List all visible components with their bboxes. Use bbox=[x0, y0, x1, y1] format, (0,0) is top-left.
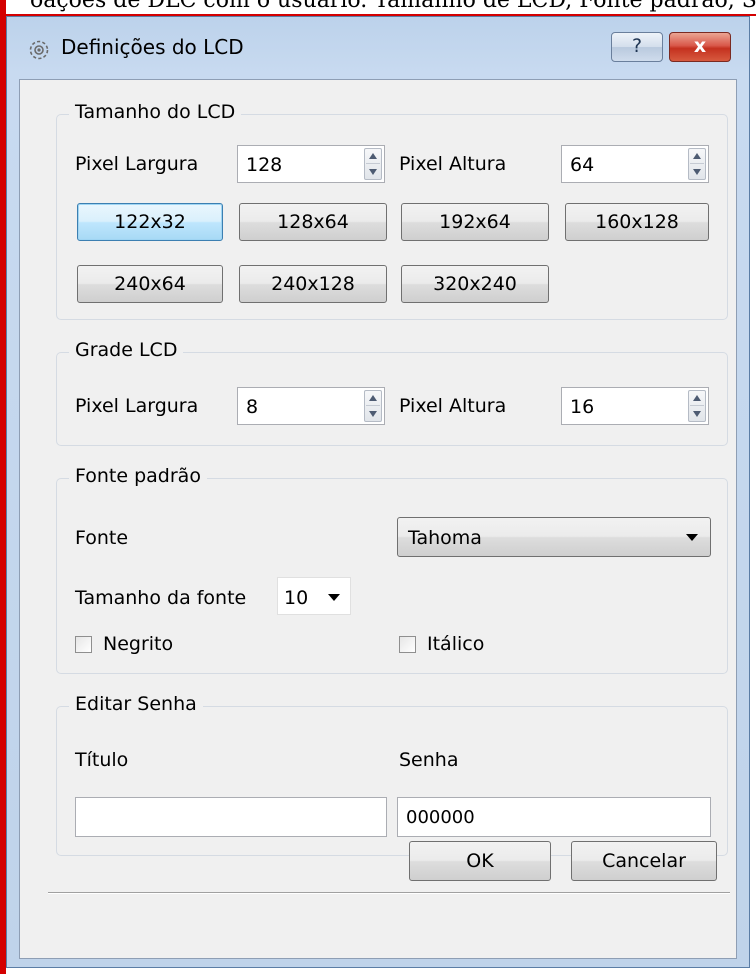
italic-label[interactable]: Itálico bbox=[427, 633, 484, 655]
font-size-label: Tamanho da fonte bbox=[75, 587, 247, 609]
default-font-group: Fonte padrão Fonte Tahoma Tamanho da fon… bbox=[56, 465, 728, 674]
bold-label[interactable]: Negrito bbox=[103, 633, 173, 655]
grid-width-label: Pixel Largura bbox=[75, 395, 199, 417]
cancel-button[interactable]: Cancelar bbox=[571, 841, 717, 881]
font-size-value: 10 bbox=[284, 587, 309, 609]
font-size-select[interactable]: 10 bbox=[277, 577, 351, 615]
grid-width-spin-arrows[interactable] bbox=[364, 390, 382, 422]
password-input-value: 000000 bbox=[406, 807, 475, 828]
footer-separator bbox=[48, 892, 730, 894]
password-field-label: Senha bbox=[399, 749, 459, 771]
lcd-height-spinbox[interactable]: 64 bbox=[561, 145, 709, 183]
lcd-width-value: 128 bbox=[246, 154, 283, 176]
font-select[interactable]: Tahoma bbox=[397, 517, 711, 557]
font-label: Fonte bbox=[75, 527, 129, 549]
grid-height-spin-arrows[interactable] bbox=[688, 390, 706, 422]
edit-password-group: Editar Senha Título Senha 000000 bbox=[56, 693, 728, 856]
grid-height-label: Pixel Altura bbox=[399, 395, 507, 417]
preset-240x64-button[interactable]: 240x64 bbox=[77, 265, 223, 303]
preset-320x240-button[interactable]: 320x240 bbox=[401, 265, 549, 303]
lcd-height-value: 64 bbox=[570, 154, 595, 176]
grid-height-spinbox[interactable]: 16 bbox=[561, 387, 709, 425]
dialog-title: Definições do LCD bbox=[61, 35, 244, 59]
title-input[interactable] bbox=[75, 797, 387, 837]
close-icon: x bbox=[693, 35, 707, 57]
lcd-size-group: Tamanho do LCD Pixel Largura 128 Pixel A… bbox=[56, 101, 728, 320]
lcd-width-spinbox[interactable]: 128 bbox=[237, 145, 385, 183]
lcd-width-spin-arrows[interactable] bbox=[364, 148, 382, 180]
help-button-label: ? bbox=[631, 35, 643, 57]
grid-width-spinbox[interactable]: 8 bbox=[237, 387, 385, 425]
italic-checkbox[interactable] bbox=[399, 636, 416, 653]
title-field-label: Título bbox=[75, 749, 129, 771]
preset-160x128-button[interactable]: 160x128 bbox=[565, 203, 709, 241]
preset-240x128-button[interactable]: 240x128 bbox=[239, 265, 387, 303]
preset-192x64-button[interactable]: 192x64 bbox=[401, 203, 549, 241]
gear-icon bbox=[29, 40, 49, 60]
background-caption-text: oações de DLC com o usuário. Tamanho de … bbox=[30, 0, 756, 13]
bold-checkbox[interactable] bbox=[75, 636, 92, 653]
edit-password-legend: Editar Senha bbox=[69, 693, 203, 715]
lcd-grid-legend: Grade LCD bbox=[69, 339, 184, 361]
password-input[interactable]: 000000 bbox=[397, 797, 711, 837]
help-button[interactable]: ? bbox=[611, 32, 663, 62]
ok-button[interactable]: OK bbox=[409, 841, 551, 881]
title-bar[interactable]: Definições do LCD ? x bbox=[7, 17, 749, 79]
grid-width-value: 8 bbox=[246, 396, 259, 418]
lcd-size-legend: Tamanho do LCD bbox=[69, 101, 242, 123]
font-select-value: Tahoma bbox=[408, 527, 482, 549]
lcd-width-label: Pixel Largura bbox=[75, 153, 199, 175]
chevron-down-icon bbox=[328, 594, 340, 601]
preset-122x32-button[interactable]: 122x32 bbox=[77, 203, 223, 241]
dialog-client-area: Tamanho do LCD Pixel Largura 128 Pixel A… bbox=[19, 79, 737, 959]
lcd-height-label: Pixel Altura bbox=[399, 153, 507, 175]
background-caption: oações de DLC com o usuário. Tamanho de … bbox=[0, 0, 756, 14]
lcd-settings-dialog: Definições do LCD ? x Tamanho do LCD Pix… bbox=[6, 16, 750, 968]
close-button[interactable]: x bbox=[669, 32, 731, 62]
lcd-height-spin-arrows[interactable] bbox=[688, 148, 706, 180]
chevron-down-icon bbox=[686, 534, 698, 541]
grid-height-value: 16 bbox=[570, 396, 595, 418]
default-font-legend: Fonte padrão bbox=[69, 465, 207, 487]
lcd-grid-group: Grade LCD Pixel Largura 8 Pixel Altura 1… bbox=[56, 339, 728, 446]
preset-128x64-button[interactable]: 128x64 bbox=[239, 203, 387, 241]
